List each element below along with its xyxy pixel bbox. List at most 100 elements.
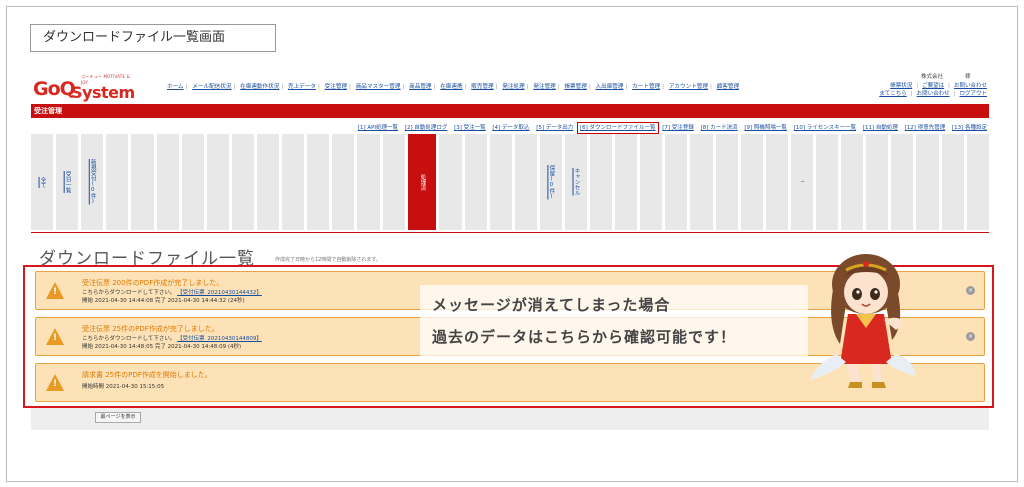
col-all[interactable]: 全て <box>31 134 54 230</box>
link-contact[interactable]: お問い合わせ <box>954 82 987 90</box>
link-report-status[interactable]: 帳票状況 <box>890 82 912 90</box>
col-empty-10 <box>332 134 355 230</box>
col-empty-3 <box>156 134 179 230</box>
nav-forms[interactable]: 帳票管理 <box>564 84 586 90</box>
alert-body: こちらからダウンロードして下さい。 【受付伝票_20210430144809】 <box>82 336 262 342</box>
subnav-autolog[interactable]: [2] 自動処理ログ <box>405 125 448 131</box>
col-empty-13 <box>439 134 462 230</box>
col-empty-5 <box>206 134 229 230</box>
col-empty-15 <box>489 134 512 230</box>
col-empty-18 <box>615 134 638 230</box>
below-area: 最ページを表示 <box>31 408 989 430</box>
col-empty-21 <box>690 134 713 230</box>
subnav-client[interactable]: [12] 得意先管理 <box>905 125 946 131</box>
logo-goq: GoQ <box>33 78 76 100</box>
nav-sales-mgmt[interactable]: 販売管理 <box>471 84 493 90</box>
sub-nav: [1] API処理一覧 [2] 自動処理ログ [3] 受注一覧 [4] データ取… <box>353 122 987 134</box>
col-empty-12 <box>382 134 405 230</box>
company-name: 株式会社 様 <box>921 74 971 80</box>
col-empty-19 <box>640 134 663 230</box>
alert-time: 開始 2021-04-30 14:44:08 完了 2021-04-30 14:… <box>82 298 245 304</box>
subnav-download-list[interactable]: [6] ダウンロードファイル一覧 <box>577 122 659 134</box>
top-nav: ホーム | メール配信状況 | 在庫連動作状況 | 売上データ | 受注管理 | 商品マス… <box>167 84 740 90</box>
nav-stock[interactable]: 在庫連携 <box>440 84 462 90</box>
col-list[interactable]: 受日一覧 <box>56 134 79 230</box>
nav-customer[interactable]: 顧客管理 <box>717 84 739 90</box>
status-columns: 全て 受日一覧 新規受付(0件) 処理済 保留(0件) キャンセル ─ <box>31 134 989 230</box>
warning-exclamation: ! <box>53 379 58 389</box>
subnav-auto[interactable]: [11] 自動処理 <box>863 125 898 131</box>
col-dash: ─ <box>790 134 814 230</box>
nav-orders[interactable]: 受注管理 <box>325 84 347 90</box>
alert-title: 受注伝票 200件のPDF作成が完了しました。 <box>82 279 224 287</box>
nav-purchase-mgmt[interactable]: 発注管理 <box>533 84 555 90</box>
subnav-order-register[interactable]: [7] 受注登録 <box>662 125 694 131</box>
view-page-button[interactable]: 最ページを表示 <box>95 412 141 423</box>
alert-title: 受注伝票 25件のPDF作成が完了しました。 <box>82 325 219 333</box>
col-empty-26 <box>841 134 864 230</box>
col-hold[interactable]: 保留(0件) <box>539 134 562 230</box>
col-new[interactable]: 新規受付(0件) <box>81 134 104 230</box>
link-inquiry[interactable]: お問い合わせ <box>917 90 950 98</box>
col-empty-31 <box>966 134 989 230</box>
col-empty-22 <box>715 134 738 230</box>
divider-line <box>31 232 989 233</box>
nav-cart[interactable]: カート管理 <box>632 84 660 90</box>
col-empty-14 <box>464 134 487 230</box>
col-empty-24 <box>765 134 788 230</box>
col-empty-4 <box>181 134 204 230</box>
nav-stock-sync[interactable]: 在庫連動作状況 <box>240 84 279 90</box>
close-icon[interactable]: × <box>966 286 975 295</box>
link-here[interactable]: まてこちら <box>879 90 907 98</box>
col-empty-17 <box>590 134 613 230</box>
col-empty-25 <box>816 134 839 230</box>
col-empty-6 <box>231 134 254 230</box>
nav-sales[interactable]: 売上データ <box>288 84 316 90</box>
col-empty-27 <box>866 134 889 230</box>
col-empty-20 <box>665 134 688 230</box>
alert-title: 請求書 25件のPDF作成を開始しました。 <box>82 371 212 379</box>
subnav-export[interactable]: [5] データ出力 <box>536 125 573 131</box>
heading-note: 作成完了日時から12時間で自動削除されます。 <box>275 257 381 263</box>
alert-body: こちらからダウンロードして下さい。 【受付伝票_20210430144432】 <box>82 290 262 296</box>
nav-mail[interactable]: メール配信状況 <box>192 84 231 90</box>
nav-account[interactable]: アカウント管理 <box>669 84 708 90</box>
warning-exclamation: ! <box>53 287 58 297</box>
subnav-import[interactable]: [4] データ取込 <box>492 125 529 131</box>
right-links: 帳票状況 | ご要望は | お問い合わせ まてこちら | お問い合わせ | ログアウト <box>879 82 987 98</box>
section-bar: 受注管理 <box>31 104 989 118</box>
goq-logo[interactable]: ゴーキュー MOTIVATE & JOY GoQ System <box>33 74 135 102</box>
col-empty-1 <box>106 134 129 230</box>
close-icon[interactable]: × <box>966 332 975 341</box>
col-empty-16 <box>514 134 537 230</box>
nav-inout[interactable]: 入出庫管理 <box>596 84 624 90</box>
subnav-order-list[interactable]: [3] 受注一覧 <box>454 125 486 131</box>
link-logout[interactable]: ログアウト <box>959 90 987 98</box>
col-empty-29 <box>916 134 939 230</box>
nav-home[interactable]: ホーム <box>167 84 184 90</box>
subnav-settings[interactable]: [13] 各種設定 <box>952 125 987 131</box>
mascot-character-illustration <box>810 254 916 388</box>
col-empty-2 <box>131 134 154 230</box>
subnav-api[interactable]: [1] API処理一覧 <box>358 125 398 131</box>
subnav-card[interactable]: [8] カード決済 <box>701 125 738 131</box>
col-processed[interactable]: 処理済 <box>407 134 437 230</box>
callout-line-1: メッセージが消えてしまった場合 <box>432 296 671 314</box>
page-title: ダウンロードファイル一覧画面 <box>30 24 276 52</box>
alert-time: 開始 2021-04-30 14:48:05 完了 2021-04-30 14:… <box>82 344 242 350</box>
link-request[interactable]: ご要望は <box>922 82 944 90</box>
col-cancel[interactable]: キャンセル <box>564 134 588 230</box>
nav-product-master[interactable]: 商品マスター管理 <box>356 84 401 90</box>
warning-exclamation: ! <box>53 333 58 343</box>
col-empty-8 <box>282 134 305 230</box>
logo-system: System <box>71 83 135 102</box>
col-empty-23 <box>740 134 763 230</box>
subnav-check[interactable]: [9] 照機照場一覧 <box>744 125 787 131</box>
callout-line-2: 過去のデータはこちらから確認可能です！ <box>432 328 737 346</box>
nav-purchase[interactable]: 発注処理 <box>502 84 524 90</box>
subnav-license[interactable]: [10] ライセンスキー一覧 <box>794 125 856 131</box>
callout-message: メッセージが消えてしまった場合 過去のデータはこちらから確認可能です！ <box>420 285 808 359</box>
nav-products[interactable]: 商品管理 <box>409 84 431 90</box>
col-empty-28 <box>891 134 914 230</box>
col-empty-7 <box>256 134 280 230</box>
